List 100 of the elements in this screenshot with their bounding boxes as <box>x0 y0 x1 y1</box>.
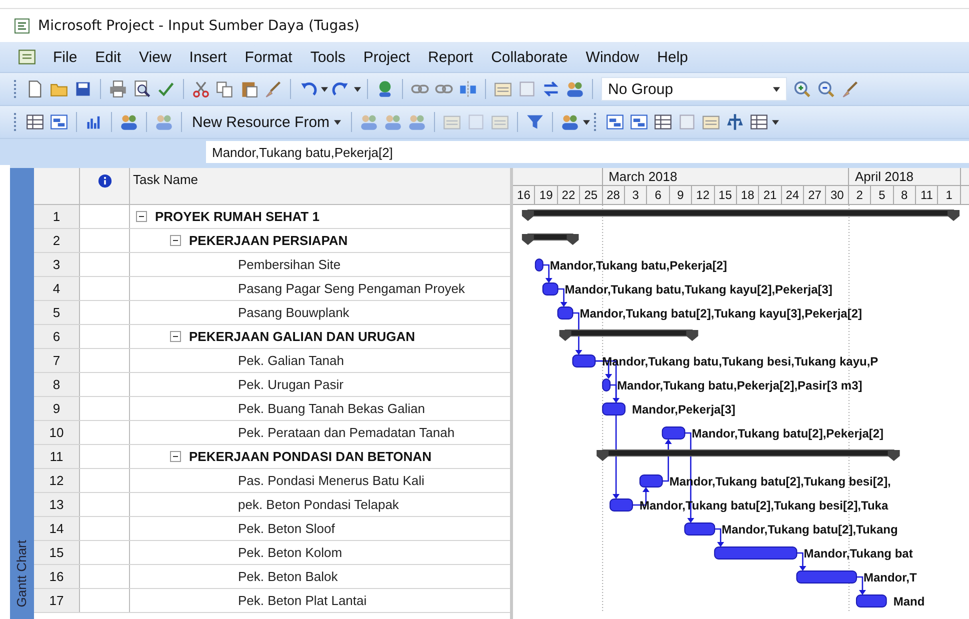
column-header[interactable]: Task Name <box>130 168 510 204</box>
menu-item[interactable]: Help <box>648 48 697 66</box>
row-header[interactable]: 17 <box>34 589 80 612</box>
row-header[interactable]: 10 <box>34 421 80 444</box>
task-name[interactable]: Pasang Bouwplank <box>238 305 350 320</box>
row-header[interactable]: 8 <box>34 373 80 396</box>
page-icon[interactable] <box>26 80 44 98</box>
row-header[interactable]: 14 <box>34 517 80 540</box>
task-name[interactable]: PEKERJAAN PERSIAPAN <box>189 233 348 248</box>
task-name[interactable]: Pasang Pagar Seng Pengaman Proyek <box>238 281 465 296</box>
menu-item[interactable]: Format <box>236 48 302 66</box>
task-bar[interactable] <box>639 474 663 488</box>
collapse-toggle[interactable] <box>170 331 181 342</box>
task-name[interactable]: Pas. Pondasi Menerus Batu Kali <box>238 473 424 488</box>
caret-icon[interactable] <box>582 120 590 124</box>
menu-item[interactable]: Edit <box>86 48 130 66</box>
clipboard-icon[interactable] <box>240 80 258 98</box>
entry-field[interactable]: Mandor,Tukang batu,Pekerja[2] <box>206 141 969 163</box>
gantt-icon[interactable] <box>50 113 68 131</box>
menu-item[interactable]: Tools <box>301 48 354 66</box>
task-bar[interactable] <box>610 498 633 512</box>
summary-bar[interactable] <box>559 330 698 341</box>
split-icon[interactable] <box>459 80 477 98</box>
row-header[interactable]: 3 <box>34 253 80 276</box>
task-name[interactable]: PEKERJAAN PONDASI DAN BETONAN <box>189 449 432 464</box>
undo-icon[interactable] <box>299 80 317 98</box>
task-name[interactable]: Pek. Urugan Pasir <box>238 377 344 392</box>
task-bar[interactable] <box>856 594 887 608</box>
task-name[interactable]: pek. Beton Pondasi Telapak <box>238 497 399 512</box>
arrows-icon[interactable] <box>542 80 560 98</box>
collapse-toggle[interactable] <box>170 451 181 462</box>
gantt-icon[interactable] <box>606 113 624 131</box>
task-bar[interactable] <box>602 378 611 392</box>
row-header[interactable]: 15 <box>34 541 80 564</box>
printer-icon[interactable] <box>109 80 127 98</box>
check-icon[interactable] <box>157 80 175 98</box>
row-header[interactable]: 5 <box>34 301 80 324</box>
row-header[interactable]: 16 <box>34 565 80 588</box>
menu-item[interactable]: Report <box>419 48 482 66</box>
task-bar[interactable] <box>602 402 626 416</box>
funnel-icon[interactable] <box>526 113 544 131</box>
table-icon[interactable] <box>654 113 672 131</box>
task-bar[interactable] <box>534 258 544 272</box>
row-header[interactable]: 13 <box>34 493 80 516</box>
task-name[interactable]: Pembersihan Site <box>238 257 341 272</box>
people-icon[interactable] <box>566 80 584 98</box>
menu-item[interactable]: Project <box>354 48 420 66</box>
brush-icon[interactable] <box>841 80 859 98</box>
task-bar[interactable] <box>684 522 716 536</box>
task-name[interactable]: Pek. Beton Balok <box>238 569 338 584</box>
menu-item[interactable]: File <box>44 48 86 66</box>
row-header[interactable]: 7 <box>34 349 80 372</box>
task-bar[interactable] <box>796 570 857 584</box>
task-name[interactable]: PEKERJAAN GALIAN DAN URUGAN <box>189 329 416 344</box>
document-icon[interactable] <box>18 48 36 66</box>
people-icon[interactable] <box>560 113 579 131</box>
brush-icon[interactable] <box>264 80 282 98</box>
task-name[interactable]: Pek. Perataan dan Pemadatan Tanah <box>238 425 455 440</box>
task-bar[interactable] <box>714 546 798 560</box>
task-bar[interactable] <box>557 306 574 320</box>
task-name[interactable]: Pek. Beton Sloof <box>238 521 335 536</box>
gantt-icon[interactable] <box>630 113 648 131</box>
menu-item[interactable]: Window <box>576 48 648 66</box>
copy-icon[interactable] <box>216 80 234 98</box>
zoom-out-icon[interactable] <box>817 80 835 98</box>
table-icon[interactable] <box>26 113 44 131</box>
task-name[interactable]: PROYEK RUMAH SEHAT 1 <box>155 209 320 224</box>
caret-icon[interactable] <box>321 86 328 92</box>
task-name[interactable]: Pek. Buang Tanah Bekas Galian <box>238 401 425 416</box>
indicator-column-header[interactable] <box>80 168 130 204</box>
preview-icon[interactable] <box>133 80 151 98</box>
row-header[interactable]: 9 <box>34 397 80 420</box>
menu-item[interactable]: View <box>130 48 180 66</box>
caret-icon[interactable] <box>354 86 361 92</box>
scale-icon[interactable] <box>726 113 744 131</box>
task-name[interactable]: Pek. Beton Kolom <box>238 545 342 560</box>
summary-bar[interactable] <box>522 210 960 221</box>
caret-icon[interactable] <box>772 120 779 124</box>
menu-item[interactable]: Collaborate <box>482 48 577 66</box>
task-name[interactable]: Pek. Galian Tanah <box>238 353 344 368</box>
task-name[interactable]: Pek. Beton Plat Lantai <box>238 593 367 608</box>
scissors-icon[interactable] <box>192 80 210 98</box>
people-icon[interactable] <box>120 113 138 131</box>
row-header[interactable]: 4 <box>34 277 80 300</box>
zoom-in-icon[interactable] <box>793 80 811 98</box>
row-header[interactable]: 12 <box>34 469 80 492</box>
task-bar[interactable] <box>572 354 596 368</box>
summary-bar[interactable] <box>596 450 900 461</box>
task-bar[interactable] <box>662 426 686 440</box>
row-header[interactable]: 1 <box>34 205 80 228</box>
row-header[interactable]: 2 <box>34 229 80 252</box>
row-header[interactable]: 6 <box>34 325 80 348</box>
task-bar[interactable] <box>542 282 558 296</box>
collapse-toggle[interactable] <box>136 211 147 222</box>
row-header[interactable]: 11 <box>34 445 80 468</box>
view-bar[interactable]: Gantt Chart <box>10 168 34 619</box>
table-icon[interactable] <box>750 113 768 131</box>
group-dropdown[interactable]: No Group <box>601 77 787 101</box>
new-resource-button[interactable]: New Resource From <box>190 114 343 130</box>
redo-icon[interactable] <box>332 80 350 98</box>
